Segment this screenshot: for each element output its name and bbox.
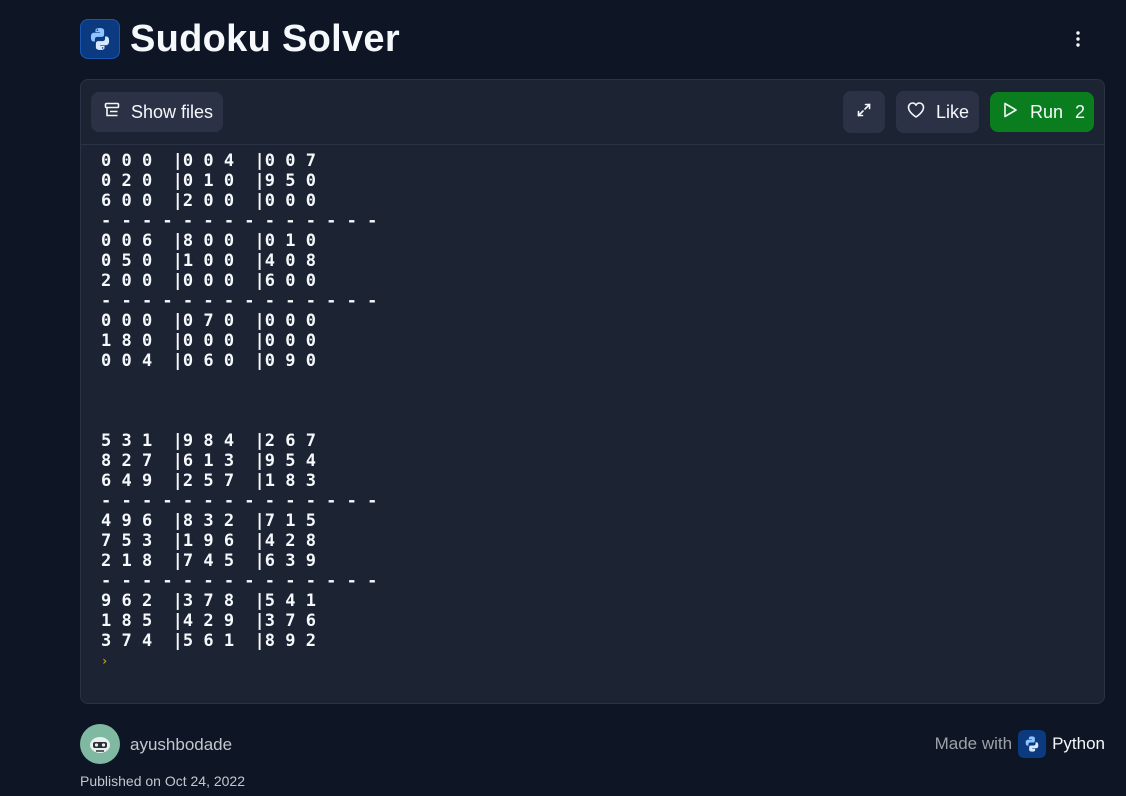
expand-button[interactable] [843,91,885,133]
run-count: 2 [1075,101,1086,122]
console-line: 1 8 0 |0 0 0 |0 0 0 [101,331,316,351]
console-line: 1 8 5 |4 2 9 |3 7 6 [101,611,316,631]
run-button[interactable]: Run 2 [990,92,1094,132]
published-date: Published on Oct 24, 2022 [80,773,246,789]
play-icon [1002,101,1018,124]
author-name[interactable]: ayushbodade [130,735,232,755]
like-button[interactable]: Like [896,91,979,133]
console-line: 0 0 0 |0 7 0 |0 0 0 [101,311,316,331]
console-line: 3 7 4 |5 6 1 |8 9 2 [101,631,316,651]
console-line: - - - - - - - - - - - - - - [101,571,378,591]
like-label: Like [936,101,970,122]
console-line: 6 4 9 |2 5 7 |1 8 3 [101,471,316,491]
console-line: 7 5 3 |1 9 6 |4 2 8 [101,531,316,551]
kebab-menu-icon[interactable] [1064,25,1092,53]
console-line: 0 0 4 |0 6 0 |0 9 0 [101,351,316,371]
expand-icon [855,101,873,124]
console-line: 4 9 6 |8 3 2 |7 1 5 [101,511,316,531]
python-logo-icon [80,19,120,59]
console-line: - - - - - - - - - - - - - - [101,491,378,511]
console-line: 0 0 6 |8 0 0 |0 1 0 [101,231,316,251]
console-line: 5 3 1 |9 8 4 |2 6 7 [101,431,316,451]
show-files-label: Show files [131,101,214,122]
run-label: Run [1030,101,1064,122]
console-line: 2 0 0 |0 0 0 |6 0 0 [101,271,316,291]
repl-header: Sudoku Solver [80,19,1092,59]
heart-icon [906,101,926,124]
console-output[interactable]: 0 0 0 |0 0 4 |0 0 70 2 0 |0 1 0 |9 5 06 … [101,151,377,671]
console-line: 8 2 7 |6 1 3 |9 5 4 [101,451,316,471]
files-icon [103,101,121,124]
console-line: 2 1 8 |7 4 5 |6 3 9 [101,551,316,571]
repl-footer: ayushbodade Made with Python [80,724,1105,764]
console-line: 0 5 0 |1 0 0 |4 0 8 [101,251,316,271]
show-files-button[interactable]: Show files [91,92,223,132]
console-line: 0 0 0 |0 0 4 |0 0 7 [101,151,316,171]
repl-toolbar: Show files Like Run 2 [81,80,1104,145]
page-title: Sudoku Solver [130,18,400,60]
python-icon [1018,730,1047,758]
console-line: 6 0 0 |2 0 0 |0 0 0 [101,191,316,211]
console-prompt: › [101,654,109,668]
console-line: - - - - - - - - - - - - - - [101,291,378,311]
language-label[interactable]: Python [1052,734,1105,754]
console-line: - - - - - - - - - - - - - - [101,211,378,231]
console-line: 9 6 2 |3 7 8 |5 4 1 [101,591,316,611]
made-with-label: Made with [934,734,1013,753]
made-with: Made with Python [935,729,1105,759]
console-line: 0 2 0 |0 1 0 |9 5 0 [101,171,316,191]
avatar[interactable] [80,724,120,764]
repl-panel: Show files Like Run 2 0 0 0 |0 0 4 |0 0 … [80,79,1105,704]
